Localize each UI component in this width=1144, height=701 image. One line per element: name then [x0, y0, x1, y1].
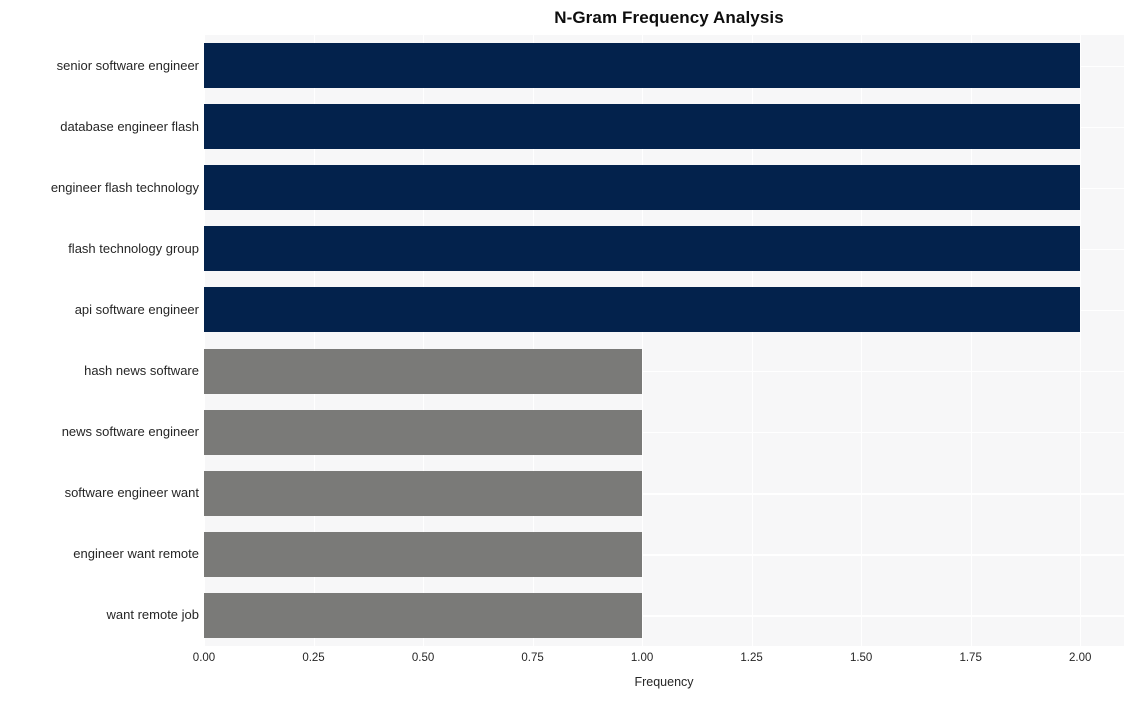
y-axis-tick-label: flash technology group — [68, 240, 199, 256]
x-axis-tick-label: 1.75 — [959, 652, 982, 664]
x-axis-label: Frequency — [634, 675, 694, 689]
y-axis-tick-label: senior software engineer — [56, 57, 199, 73]
x-axis-tick-label: 0.75 — [521, 652, 544, 664]
bar[interactable] — [204, 531, 643, 577]
bar[interactable] — [204, 470, 643, 516]
plot-area — [204, 35, 1124, 646]
y-axis-tick-label: engineer flash technology — [50, 179, 199, 195]
bar[interactable] — [204, 104, 1081, 150]
x-axis-tick-label: 1.25 — [740, 652, 763, 664]
y-axis-tick-label: want remote job — [106, 607, 200, 623]
y-axis-tick-label: database engineer flash — [60, 118, 199, 134]
bar[interactable] — [204, 409, 643, 455]
x-axis-tick-labels: 0.00 0.25 0.50 0.75 1.00 1.25 1.50 1.75 2.00 — [0, 651, 1144, 671]
bar[interactable] — [204, 226, 1081, 272]
x-axis-tick-label: 1.00 — [630, 652, 654, 664]
x-axis-tick-label: 0.00 — [192, 652, 216, 664]
chart-title: N-Gram Frequency Analysis — [554, 8, 784, 27]
bar[interactable] — [204, 43, 1081, 89]
y-axis-tick-labels: senior software engineer database enginee… — [0, 35, 199, 646]
x-axis-tick-label: 0.50 — [411, 652, 435, 664]
bar[interactable] — [204, 592, 643, 638]
x-axis-tick-label: 2.00 — [1068, 652, 1092, 664]
y-axis-tick-label: hash news software — [84, 363, 199, 379]
y-axis-tick-label: news software engineer — [61, 424, 199, 440]
y-axis-tick-label: api software engineer — [74, 301, 199, 317]
x-axis-tick-label: 1.50 — [849, 652, 873, 664]
bar[interactable] — [204, 348, 643, 394]
y-axis-tick-label: engineer want remote — [73, 546, 199, 562]
bar[interactable] — [204, 165, 1081, 211]
bar[interactable] — [204, 287, 1081, 333]
y-axis-tick-label: software engineer want — [64, 485, 199, 501]
chart-figure: N-Gram Frequency Analysis senior softwar… — [0, 0, 1144, 701]
x-axis-tick-label: 0.25 — [302, 652, 325, 664]
